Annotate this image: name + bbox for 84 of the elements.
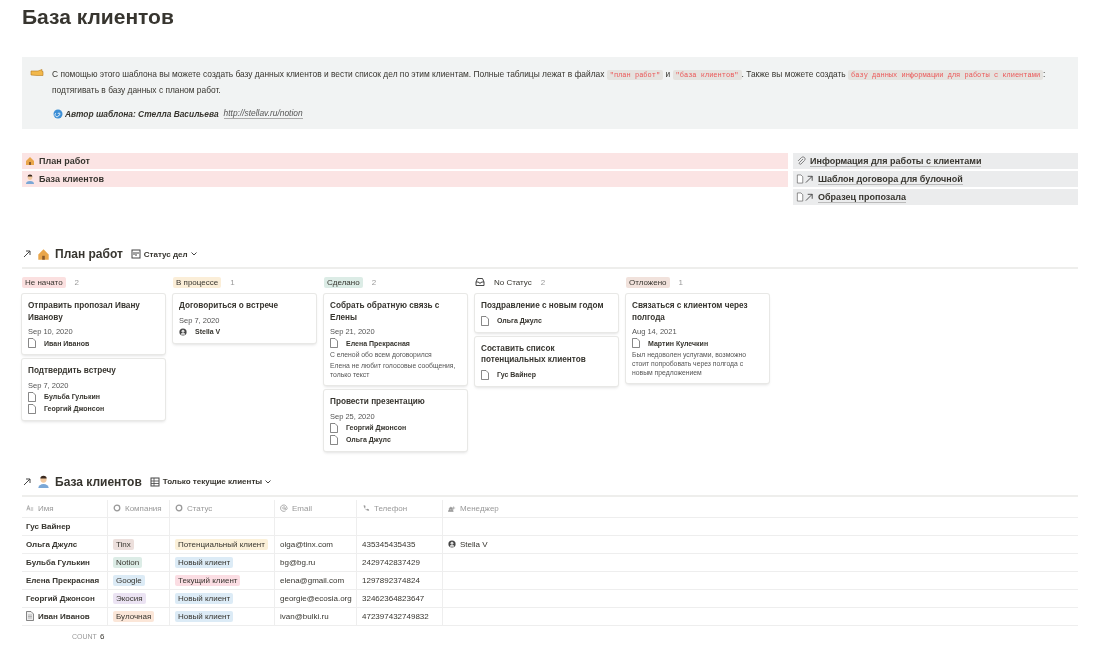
page-arrow-icon	[796, 174, 814, 184]
status-tag: В процессе	[173, 276, 222, 288]
status-tag: Отложено	[626, 276, 670, 288]
card-count: 1	[678, 277, 683, 287]
card-title: Провести презентацию	[330, 396, 426, 408]
paperclip-icon	[796, 156, 806, 166]
card-title: Связаться с клиентом через полгода	[632, 300, 749, 323]
status-tag: Потенциальный клиент	[175, 538, 268, 550]
inbox-icon	[475, 277, 485, 287]
page-icon	[481, 369, 489, 380]
page-link[interactable]: Образец пропозала	[793, 189, 1078, 205]
page-arrow-icon	[796, 192, 814, 202]
text-icon	[26, 504, 34, 512]
avatar-icon	[448, 539, 456, 549]
card-title: Подтвердить встречу	[28, 365, 117, 377]
caret-icon	[190, 252, 197, 256]
table-cell: Ольга Джулс	[22, 535, 108, 553]
at-icon	[280, 504, 288, 512]
phone-cell: 32462364823647	[362, 593, 425, 603]
phone-cell: 435345435435	[362, 539, 416, 549]
caret-icon	[265, 479, 272, 484]
view-selector[interactable]: Только текущие клиенты	[149, 476, 272, 487]
page-link[interactable]: Информация для работы с клиентами	[793, 153, 1078, 169]
email-cell: olga@tinx.com	[280, 539, 334, 549]
email-cell: bg@bg.ru	[280, 557, 316, 567]
page-title: База клиентов	[22, 4, 174, 30]
phone-cell: 472397432749832	[362, 611, 429, 621]
card-title: Поздравление с новым годом	[481, 300, 605, 312]
phone-cell: 1297892374824	[362, 575, 420, 585]
document-icon	[26, 611, 34, 621]
spiral-icon	[53, 108, 63, 119]
arrow-icon	[22, 476, 32, 487]
email-cell: elena@gmail.com	[280, 575, 345, 585]
table-cell: Елена Прекрасная	[22, 571, 108, 589]
page-link[interactable]: План работ	[22, 153, 788, 169]
card-count: 1	[230, 277, 235, 287]
company-tag: Notion	[113, 556, 143, 568]
author-link[interactable]: http://stellav.ru/notion	[223, 108, 303, 119]
status-tag: Сделано	[324, 276, 363, 288]
count-value: 6	[99, 631, 105, 641]
phone-icon	[362, 504, 370, 512]
status-tag: Не начато	[22, 276, 66, 288]
card-title: Договориться о встрече	[179, 300, 280, 312]
select-icon	[175, 504, 183, 512]
card-count: 2	[371, 277, 377, 287]
company-tag: Tinx	[113, 538, 134, 550]
card-title: Составить список потенциальных клиентов	[481, 342, 587, 366]
manager-name: Stella V	[460, 539, 488, 549]
status-tag: Новый клиент	[175, 592, 234, 604]
phone-cell: 2429742837429	[362, 557, 420, 567]
select-icon	[113, 504, 121, 512]
email-cell: georgie@ecosia.org	[280, 593, 352, 603]
board-icon	[130, 249, 141, 259]
avatar-icon	[179, 326, 187, 337]
status-label: No Статус	[494, 277, 532, 287]
status-tag: Текущий клиент	[175, 574, 241, 586]
card-count: 2	[540, 277, 546, 287]
database-title: План работ	[55, 247, 123, 261]
page-icon	[330, 338, 338, 348]
company-tag: Булочная	[113, 610, 155, 622]
page-icon	[28, 338, 36, 348]
company-tag: Экосия	[113, 592, 146, 604]
status-tag: Новый клиент	[175, 556, 234, 568]
page-icon	[632, 338, 640, 348]
table-cell: Иван Иванов	[22, 607, 108, 625]
email-cell: ivan@bulki.ru	[280, 611, 329, 621]
house-icon	[37, 247, 50, 261]
table-cell: Гус Вайнер	[22, 517, 108, 535]
view-selector[interactable]: Статус дел	[130, 249, 197, 259]
card-title: Собрать обратную связь с Елены	[330, 300, 441, 323]
card-count: 2	[74, 277, 80, 287]
table-icon	[149, 476, 160, 487]
arrow-icon	[22, 249, 32, 259]
status-tag: Новый клиент	[175, 610, 234, 622]
author-text: Автор шаблона: Стелла Васильева	[65, 108, 219, 119]
card-title: Отправить пропозал Ивану Иванову	[28, 300, 141, 323]
page-icon	[481, 315, 489, 326]
table-cell: Бульба Гулькин	[22, 553, 108, 571]
page-link[interactable]: База клиентов	[22, 171, 788, 187]
company-tag: Google	[113, 574, 145, 586]
table-cell: Георгий Джонсон	[22, 589, 108, 607]
page-link[interactable]: Шаблон договора для булочной	[793, 171, 1078, 187]
database-title: База клиентов	[55, 474, 142, 489]
house-icon	[25, 156, 35, 166]
